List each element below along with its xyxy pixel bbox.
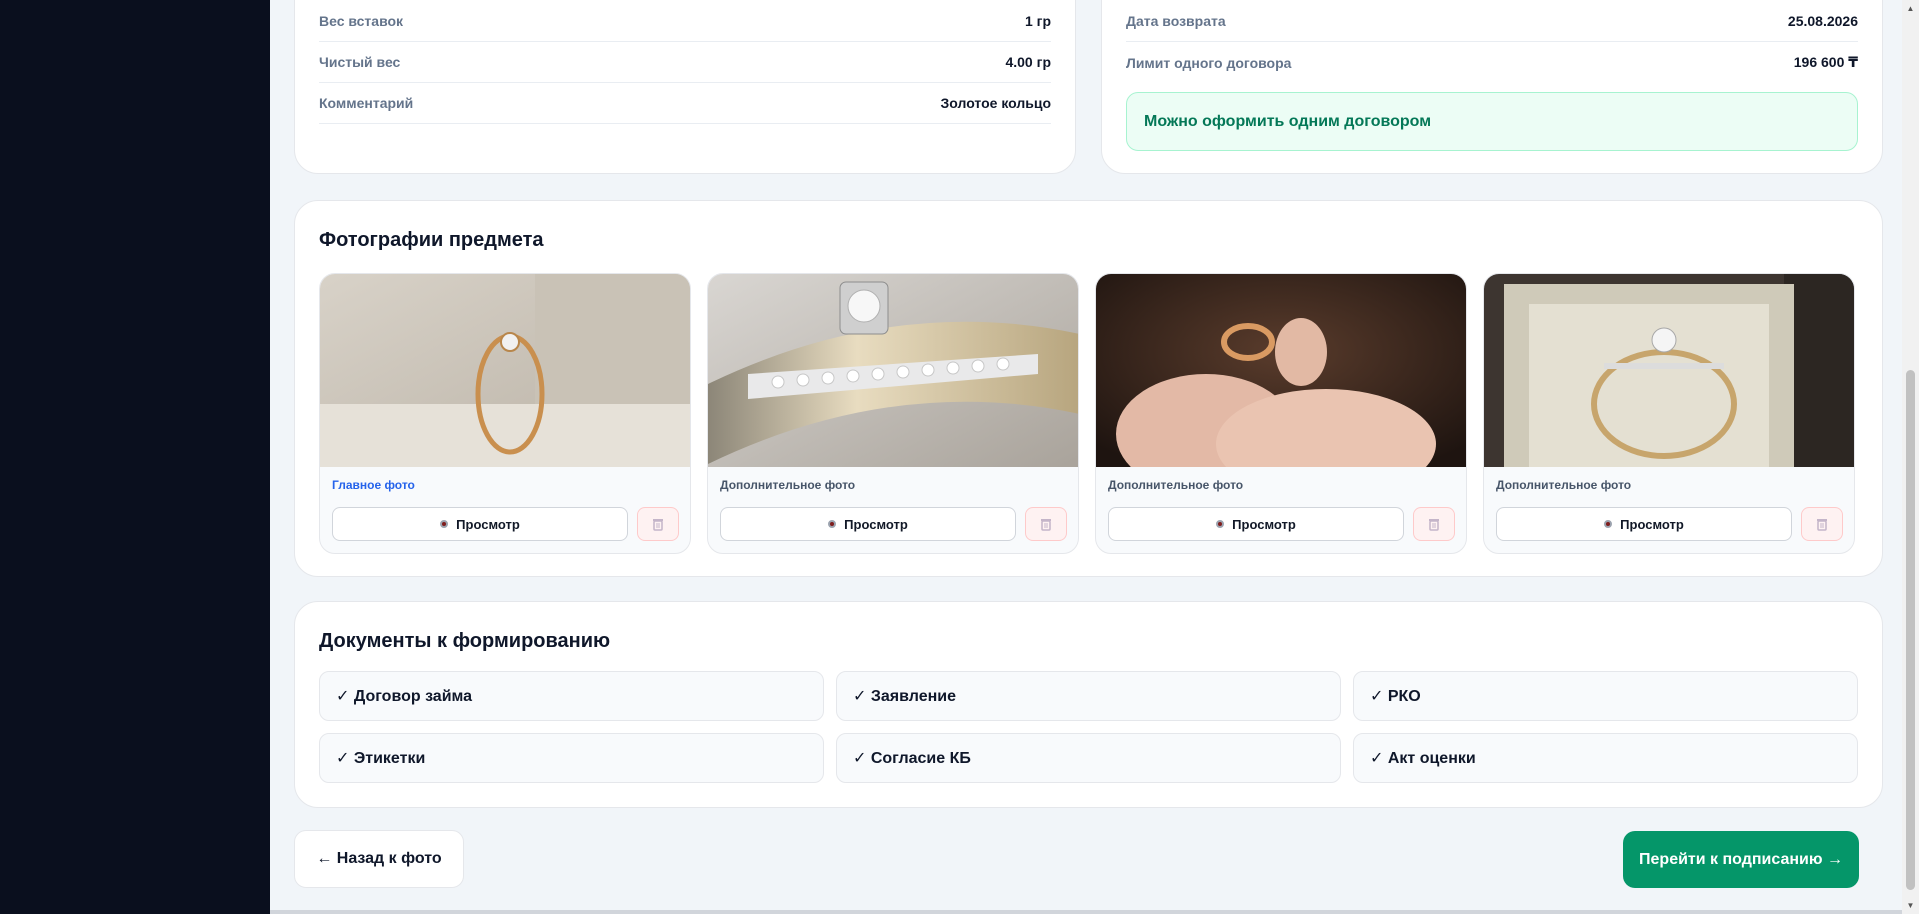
document-item: ✓ Этикетки — [319, 733, 824, 783]
photo-label: Главное фото — [332, 478, 415, 492]
view-photo-button[interactable]: Просмотр — [332, 507, 628, 541]
info-value: Золотое кольцо — [940, 95, 1051, 111]
ring-photo[interactable] — [1096, 274, 1467, 467]
documents-card: Документы к формированию ✓ Договор займа… — [294, 601, 1883, 808]
photo-label: Дополнительное фото — [1496, 478, 1632, 492]
ring-photo[interactable] — [1484, 274, 1855, 467]
info-row-comment: Комментарий Золотое кольцо — [319, 83, 1051, 124]
view-button-label: Просмотр — [1232, 516, 1296, 532]
info-label: Вес вставок — [319, 13, 404, 29]
info-row-contract-limit: Лимит одного договора 196 600 ₸ — [1126, 42, 1858, 83]
scroll-down-arrow-icon[interactable]: ▼ — [1902, 897, 1919, 914]
view-button-label: Просмотр — [844, 516, 908, 532]
item-photos-card: Фотографии предмета Главное фото Просмот… — [294, 200, 1883, 577]
document-item: ✓ Договор займа — [319, 671, 824, 721]
photo-card-additional: Дополнительное фото Просмотр — [1483, 273, 1855, 554]
view-button-label: Просмотр — [456, 516, 520, 532]
document-item: ✓ Акт оценки — [1353, 733, 1858, 783]
delete-photo-button[interactable] — [1801, 507, 1843, 541]
horizontal-scrollbar — [270, 910, 1902, 914]
vertical-scrollbar[interactable]: ▲ ▼ — [1902, 0, 1919, 914]
info-value: 1 гр — [1024, 13, 1051, 29]
view-photo-button[interactable]: Просмотр — [1108, 507, 1404, 541]
main-content: Вес вставок 1 гр Чистый вес 4.00 гр Комм… — [270, 0, 1902, 914]
info-value: 4.00 гр — [1005, 54, 1051, 70]
trash-icon — [1429, 519, 1439, 531]
ring-photo[interactable] — [320, 274, 691, 467]
ring-photo[interactable] — [708, 274, 1079, 467]
photo-card-additional: Дополнительное фото Просмотр — [707, 273, 1079, 554]
eye-icon — [1604, 520, 1613, 528]
scroll-up-arrow-icon[interactable]: ▲ — [1902, 0, 1919, 17]
info-label: Чистый вес — [319, 54, 401, 70]
document-item: ✓ Согласие КБ — [836, 733, 1341, 783]
info-value: 196 600 ₸ — [1793, 54, 1858, 70]
trash-icon — [653, 519, 663, 531]
eye-icon — [1216, 520, 1225, 528]
eye-icon — [828, 520, 837, 528]
info-row-net-weight: Чистый вес 4.00 гр — [319, 42, 1051, 83]
delete-photo-button[interactable] — [637, 507, 679, 541]
eye-icon — [440, 520, 449, 528]
sidebar — [0, 0, 270, 914]
proceed-to-signing-button[interactable]: Перейти к подписанию → — [1623, 831, 1859, 888]
info-row-return-date: Дата возврата 25.08.2026 — [1126, 1, 1858, 42]
info-row-inserts-weight: Вес вставок 1 гр — [319, 1, 1051, 42]
photos-title: Фотографии предмета — [319, 229, 544, 251]
trash-icon — [1041, 519, 1051, 531]
document-item: ✓ РКО — [1353, 671, 1858, 721]
view-photo-button[interactable]: Просмотр — [1496, 507, 1792, 541]
back-to-photos-button[interactable]: ← Назад к фото — [294, 830, 464, 888]
info-label: Комментарий — [319, 95, 414, 111]
single-contract-banner: Можно оформить одним договором — [1126, 92, 1858, 151]
document-item: ✓ Заявление — [836, 671, 1341, 721]
info-label: Лимит одного договора — [1126, 54, 1292, 71]
photo-card-main: Главное фото Просмотр — [319, 273, 691, 554]
documents-title: Документы к формированию — [319, 630, 611, 652]
view-photo-button[interactable]: Просмотр — [720, 507, 1016, 541]
delete-photo-button[interactable] — [1025, 507, 1067, 541]
trash-icon — [1817, 519, 1827, 531]
photo-label: Дополнительное фото — [1108, 478, 1244, 492]
photo-label: Дополнительное фото — [720, 478, 856, 492]
loan-terms-card: Дата возврата 25.08.2026 Лимит одного до… — [1101, 0, 1883, 174]
info-value: 25.08.2026 — [1787, 13, 1858, 29]
info-label: Дата возврата — [1126, 13, 1226, 29]
scrollbar-thumb[interactable] — [1906, 370, 1915, 890]
delete-photo-button[interactable] — [1413, 507, 1455, 541]
photo-card-additional: Дополнительное фото Просмотр — [1095, 273, 1467, 554]
item-details-card: Вес вставок 1 гр Чистый вес 4.00 гр Комм… — [294, 0, 1076, 174]
view-button-label: Просмотр — [1620, 516, 1684, 532]
